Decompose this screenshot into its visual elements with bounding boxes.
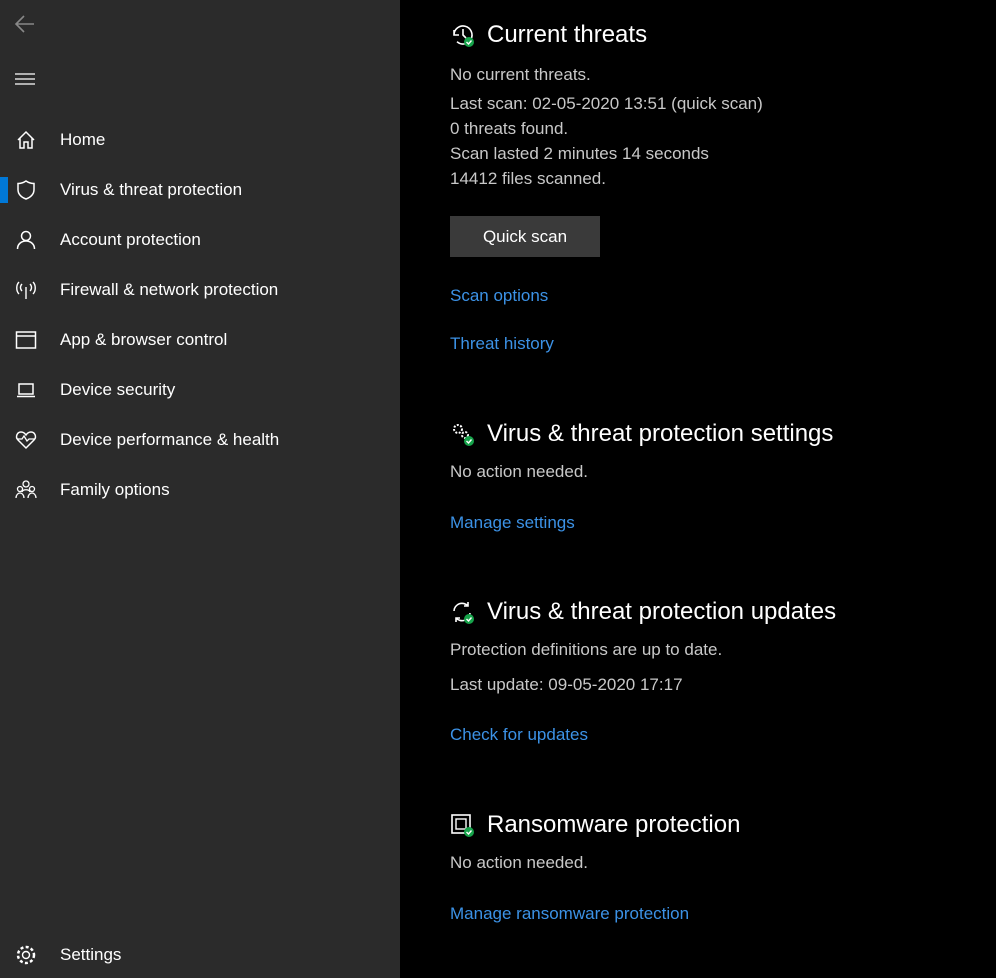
- history-check-icon: [453, 25, 474, 47]
- sidebar-item-label: Home: [60, 130, 106, 149]
- sidebar-item-label: Firewall & network protection: [60, 280, 279, 299]
- sidebar-item-device-performance[interactable]: Device performance & health: [0, 417, 400, 463]
- updates-status: Protection definitions are up to date.: [450, 640, 723, 659]
- scan-duration: Scan lasted 2 minutes 14 seconds: [450, 144, 709, 163]
- sidebar-item-label: Virus & threat protection: [60, 180, 243, 199]
- ransomware-status: No action needed.: [450, 853, 588, 872]
- sidebar-item-label: Settings: [60, 945, 122, 964]
- sidebar-item-label: App & browser control: [60, 330, 228, 349]
- family-icon: [15, 480, 37, 499]
- menu-button[interactable]: [12, 66, 40, 94]
- threat-history-link[interactable]: Threat history: [450, 334, 554, 354]
- sidebar-item-family-options[interactable]: Family options: [0, 467, 400, 513]
- heart-icon: [15, 431, 37, 450]
- sidebar-item-virus-threat-protection[interactable]: Virus & threat protection: [0, 167, 400, 213]
- laptop-icon: [17, 383, 35, 398]
- home-icon: [17, 130, 35, 149]
- protection-updates-section: Virus & threat protection updates: [450, 595, 836, 629]
- gear-icon: [16, 945, 36, 965]
- section-title: Virus & threat protection settings: [450, 417, 833, 451]
- ransomware-check-icon: [451, 814, 474, 837]
- section-title: Current threats: [450, 18, 647, 52]
- last-update: Last update: 09-05-2020 17:17: [450, 675, 683, 694]
- sidebar-item-app-browser-control[interactable]: App & browser control: [0, 317, 400, 363]
- browser-window-icon: [15, 331, 37, 349]
- antenna-icon: [16, 281, 36, 299]
- person-icon: [16, 230, 36, 250]
- back-arrow-icon: [14, 15, 34, 33]
- refresh-check-icon: [453, 602, 474, 624]
- sidebar: Home Virus & threat protection Account p…: [0, 0, 400, 978]
- manage-ransomware-link[interactable]: Manage ransomware protection: [450, 904, 689, 924]
- sidebar-item-account-protection[interactable]: Account protection: [0, 217, 400, 263]
- selection-indicator: [0, 177, 8, 203]
- sidebar-item-home[interactable]: Home: [0, 117, 400, 163]
- sidebar-item-label: Device performance & health: [60, 430, 280, 449]
- gears-check-icon: [453, 424, 474, 446]
- protection-settings-section: Virus & threat protection settings: [450, 417, 833, 451]
- sidebar-item-settings[interactable]: Settings: [0, 932, 400, 978]
- check-for-updates-link[interactable]: Check for updates: [450, 725, 588, 745]
- threat-status: No current threats.: [450, 65, 591, 84]
- back-button[interactable]: [12, 10, 40, 38]
- scan-options-link[interactable]: Scan options: [450, 286, 548, 306]
- sidebar-item-label: Device security: [60, 380, 176, 399]
- section-title: Ransomware protection: [450, 808, 740, 842]
- quick-scan-button[interactable]: Quick scan: [450, 216, 600, 257]
- last-scan: Last scan: 02-05-2020 13:51 (quick scan): [450, 94, 763, 113]
- shield-icon: [17, 180, 35, 200]
- manage-settings-link[interactable]: Manage settings: [450, 513, 575, 533]
- settings-status: No action needed.: [450, 462, 588, 481]
- hamburger-icon: [15, 73, 35, 85]
- section-title: Virus & threat protection updates: [450, 595, 836, 629]
- ransomware-section: Ransomware protection: [450, 808, 740, 842]
- threats-found: 0 threats found.: [450, 119, 569, 138]
- sidebar-item-label: Family options: [60, 480, 170, 499]
- sidebar-item-label: Account protection: [60, 230, 201, 249]
- files-scanned: 14412 files scanned.: [450, 169, 606, 188]
- current-threats-section: Current threats: [450, 18, 647, 52]
- sidebar-item-firewall[interactable]: Firewall & network protection: [0, 267, 400, 313]
- sidebar-item-device-security[interactable]: Device security: [0, 367, 400, 413]
